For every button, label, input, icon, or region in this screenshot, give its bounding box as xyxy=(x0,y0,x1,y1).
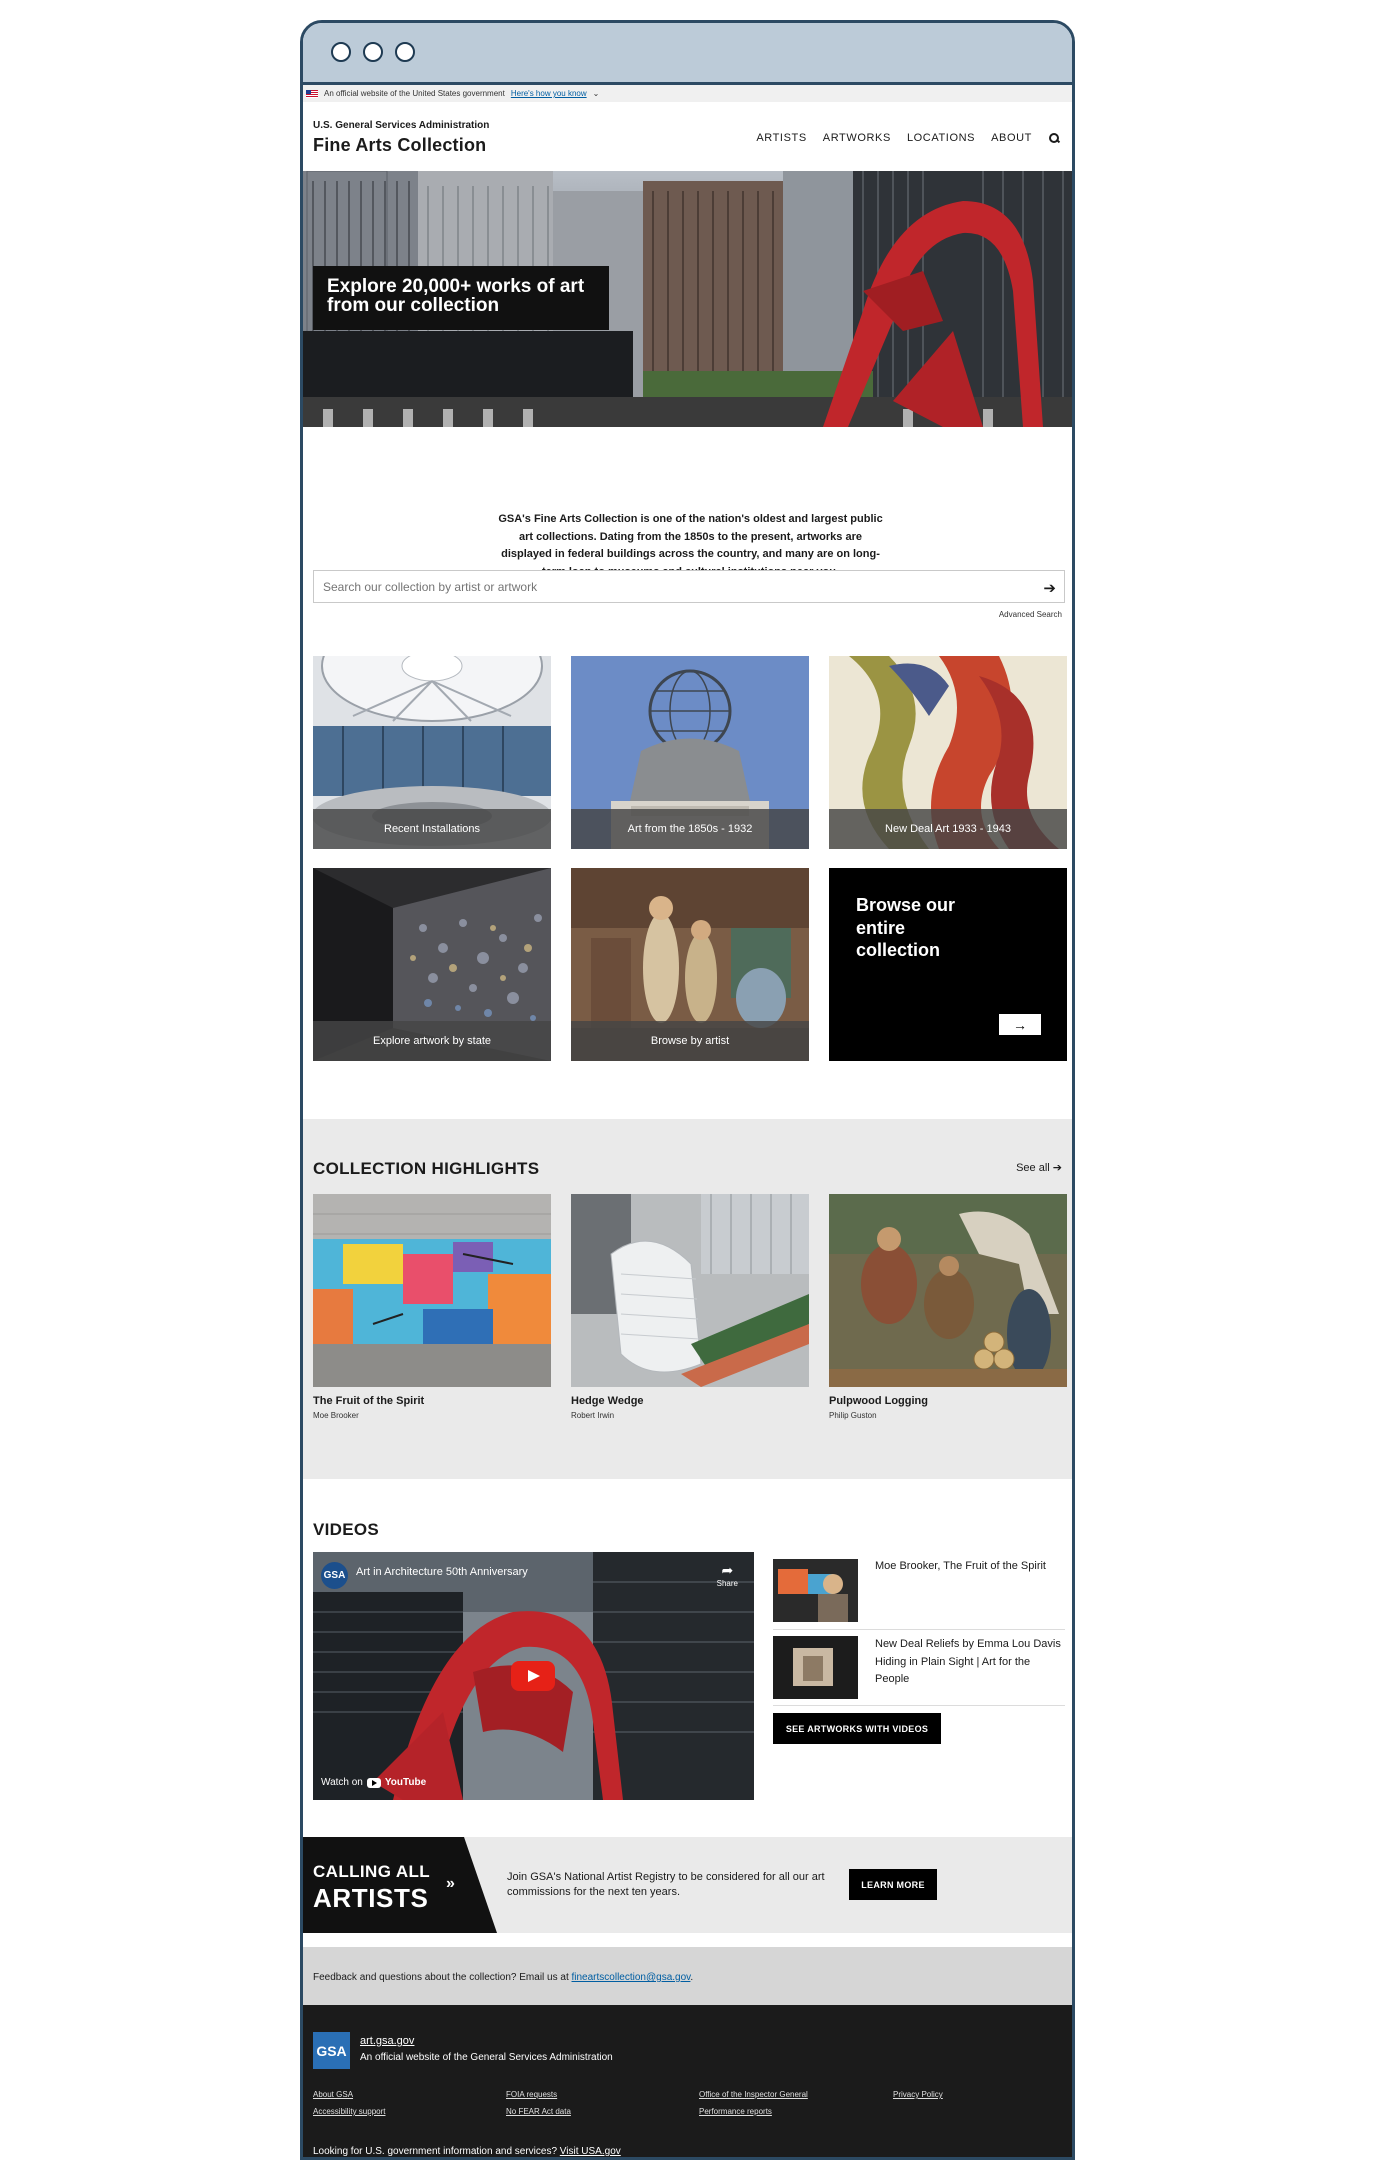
tile-browse-by-artist[interactable]: Browse by artist xyxy=(571,868,809,1061)
calling-all-artists-panel: CALLING ALL ARTISTS » xyxy=(303,1837,497,1933)
video-list-title: New Deal Reliefs by Emma Lou Davis Hidin… xyxy=(875,1638,1061,1685)
footer-link-inspector-general[interactable]: Office of the Inspector General xyxy=(699,2090,808,2099)
window-close-button[interactable] xyxy=(331,42,351,62)
tile-label: Art from the 1850s - 1932 xyxy=(571,809,809,849)
highlight-artist: Philip Guston xyxy=(829,1411,877,1420)
gov-banner-link[interactable]: Here's how you know xyxy=(511,89,587,98)
search-icon[interactable] xyxy=(1048,132,1060,144)
calling-all-artists-banner: CALLING ALL ARTISTS » Join GSA's Nationa… xyxy=(303,1837,1072,1933)
highlight-title[interactable]: Pulpwood Logging xyxy=(829,1395,928,1407)
highlights-title: COLLECTION HIGHLIGHTS xyxy=(313,1159,540,1178)
us-flag-icon xyxy=(306,89,318,98)
video-list-title: Moe Brooker, The Fruit of the Spirit xyxy=(875,1560,1046,1572)
feedback-end: . xyxy=(690,1972,694,1983)
feedback-email-link[interactable]: fineartscollection@gsa.gov xyxy=(572,1972,691,1983)
see-all-link[interactable]: See all ➔ xyxy=(1016,1161,1062,1174)
window-maximize-button[interactable] xyxy=(395,42,415,62)
footer-link-accessibility[interactable]: Accessibility support xyxy=(313,2107,385,2116)
footer-bottom-text: Looking for U.S. government information … xyxy=(313,2146,560,2157)
video-title[interactable]: Art in Architecture 50th Anniversary xyxy=(356,1566,528,1578)
footer-link-about-gsa[interactable]: About GSA xyxy=(313,2090,353,2099)
play-button[interactable] xyxy=(511,1661,555,1691)
footer-link-no-fear[interactable]: No FEAR Act data xyxy=(506,2107,571,2116)
highlight-image-fruit-of-the-spirit[interactable] xyxy=(313,1194,551,1387)
nav-artists[interactable]: ARTISTS xyxy=(756,132,806,144)
highlight-image-pulpwood-logging[interactable] xyxy=(829,1194,1067,1387)
calling-line1: CALLING ALL xyxy=(313,1862,431,1881)
channel-avatar[interactable]: GSA xyxy=(321,1562,348,1589)
youtube-icon xyxy=(366,1777,381,1788)
collection-search: ➔ xyxy=(313,570,1065,603)
video-thumb xyxy=(773,1636,858,1699)
browser-window: An official website of the United States… xyxy=(300,20,1075,2160)
watch-on-youtube[interactable]: Watch on YouTube xyxy=(321,1777,426,1788)
hero-banner: Explore 20,000+ works of art from our co… xyxy=(303,171,1072,427)
footer-site-link[interactable]: art.gsa.gov xyxy=(360,2035,414,2047)
highlight-title[interactable]: Hedge Wedge xyxy=(571,1395,644,1407)
footer-link-performance[interactable]: Performance reports xyxy=(699,2107,772,2116)
hero-heading: Explore 20,000+ works of art from our co… xyxy=(313,266,609,330)
share-button[interactable]: ➦ Share xyxy=(717,1562,738,1588)
highlight-image-hedge-wedge[interactable] xyxy=(571,1194,809,1387)
share-icon: ➦ xyxy=(721,1562,734,1578)
videos-title: VIDEOS xyxy=(313,1520,380,1539)
main-nav: ARTISTS ARTWORKS LOCATIONS ABOUT xyxy=(756,132,1060,144)
gov-banner-text: An official website of the United States… xyxy=(324,89,505,98)
footer-link-foia[interactable]: FOIA requests xyxy=(506,2090,557,2099)
arrow-right-icon: ➔ xyxy=(1052,1162,1062,1174)
calling-description: Join GSA's National Artist Registry to b… xyxy=(507,1871,825,1898)
site-header: U.S. General Services Administration Fin… xyxy=(303,102,1072,171)
browse-collection-tile[interactable]: Browse our entire collection → xyxy=(829,868,1067,1061)
search-input[interactable] xyxy=(314,571,1014,602)
gsa-logo[interactable]: GSA xyxy=(313,2032,350,2069)
youtube-label: YouTube xyxy=(384,1777,427,1788)
tile-label: Recent Installations xyxy=(313,809,551,849)
agency-name: U.S. General Services Administration xyxy=(313,120,490,131)
video-thumb xyxy=(773,1559,858,1622)
video-list-item[interactable]: New Deal Reliefs by Emma Lou Davis Hidin… xyxy=(773,1630,1065,1706)
nav-about[interactable]: ABOUT xyxy=(991,132,1032,144)
highlight-title[interactable]: The Fruit of the Spirit xyxy=(313,1395,424,1407)
footer-link-privacy[interactable]: Privacy Policy xyxy=(893,2090,943,2099)
site-title[interactable]: Fine Arts Collection xyxy=(313,135,486,156)
collection-highlights: COLLECTION HIGHLIGHTS See all ➔ The Frui… xyxy=(303,1119,1072,1479)
see-artworks-with-videos-button[interactable]: SEE ARTWORKS WITH VIDEOS xyxy=(773,1713,941,1744)
feedback-text: Feedback and questions about the collect… xyxy=(313,1972,572,1983)
video-list-item[interactable]: Moe Brooker, The Fruit of the Spirit xyxy=(773,1552,1065,1630)
footer-usa-gov: Looking for U.S. government information … xyxy=(313,2146,621,2157)
share-label: Share xyxy=(716,1579,738,1588)
tile-label: Explore artwork by state xyxy=(313,1021,551,1061)
arrow-right-icon[interactable]: → xyxy=(999,1014,1041,1035)
tile-explore-by-state[interactable]: Explore artwork by state xyxy=(313,868,551,1061)
tile-recent-installations[interactable]: Recent Installations xyxy=(313,656,551,849)
advanced-search-link[interactable]: Advanced Search xyxy=(999,610,1062,619)
see-all-label: See all xyxy=(1016,1162,1050,1174)
tile-label: Browse by artist xyxy=(571,1021,809,1061)
tile-label: New Deal Art 1933 - 1943 xyxy=(829,809,1067,849)
visit-usa-gov-link[interactable]: Visit USA.gov xyxy=(560,2146,621,2157)
double-chevron-right-icon: » xyxy=(446,1875,455,1892)
browser-chrome xyxy=(303,23,1072,85)
highlight-artist: Moe Brooker xyxy=(313,1411,359,1420)
video-player[interactable]: GSA Art in Architecture 50th Anniversary… xyxy=(313,1552,754,1800)
tile-art-1850s-1932[interactable]: Art from the 1850s - 1932 xyxy=(571,656,809,849)
footer-official-text: An official website of the General Servi… xyxy=(360,2052,613,2063)
learn-more-button[interactable]: LEARN MORE xyxy=(849,1869,937,1900)
window-minimize-button[interactable] xyxy=(363,42,383,62)
browse-collection-text: Browse our entire collection xyxy=(856,895,956,960)
nav-artworks[interactable]: ARTWORKS xyxy=(823,132,891,144)
calling-line2: ARTISTS xyxy=(313,1883,429,1913)
highlight-artist: Robert Irwin xyxy=(571,1411,615,1420)
gov-banner: An official website of the United States… xyxy=(303,85,1072,102)
nav-locations[interactable]: LOCATIONS xyxy=(907,132,975,144)
watch-on-label: Watch on xyxy=(321,1777,363,1788)
chevron-down-icon[interactable]: ⌄ xyxy=(593,89,600,98)
site-footer: GSA art.gsa.gov An official website of t… xyxy=(303,2005,1072,2157)
feedback-bar: Feedback and questions about the collect… xyxy=(303,1947,1072,2005)
search-submit-arrow-icon[interactable]: ➔ xyxy=(1043,579,1056,597)
tile-new-deal-art[interactable]: New Deal Art 1933 - 1943 xyxy=(829,656,1067,849)
